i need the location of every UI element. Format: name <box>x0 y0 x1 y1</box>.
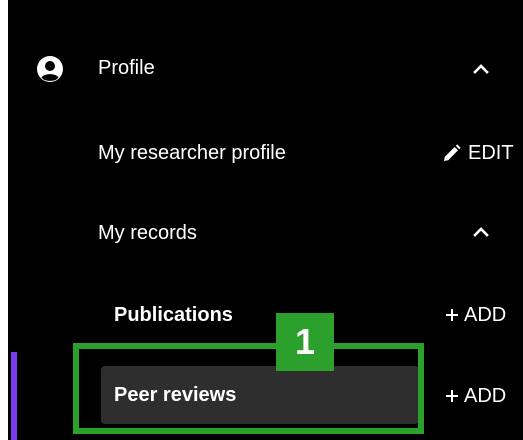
add-publication-label: ADD <box>464 304 507 326</box>
add-peer-review-label: ADD <box>464 385 507 407</box>
add-publication-button[interactable]: ADD <box>444 302 506 328</box>
plus-icon <box>446 390 458 402</box>
chevron-up-icon[interactable] <box>470 221 492 243</box>
peer-reviews-label: Peer reviews <box>114 384 237 406</box>
plus-icon <box>446 309 458 321</box>
sidebar-item-my-records[interactable]: My records <box>98 221 197 245</box>
annotation-badge: 1 <box>276 313 334 371</box>
sidebar-item-researcher-profile[interactable]: My researcher profile <box>98 141 286 165</box>
sidebar-item-profile[interactable]: Profile <box>98 56 155 80</box>
sidebar-item-peer-reviews[interactable]: Peer reviews <box>101 366 419 424</box>
pencil-icon <box>444 144 461 161</box>
edit-button[interactable]: EDIT <box>442 140 514 166</box>
chevron-up-icon[interactable] <box>470 58 492 80</box>
sidebar-item-publications[interactable]: Publications <box>114 303 233 327</box>
add-peer-review-button[interactable]: ADD <box>444 383 506 409</box>
sidebar-panel: Profile My researcher profile EDIT My re… <box>8 0 523 440</box>
edit-button-label: EDIT <box>468 142 514 164</box>
active-indicator <box>11 352 17 440</box>
user-circle-icon <box>37 56 63 82</box>
